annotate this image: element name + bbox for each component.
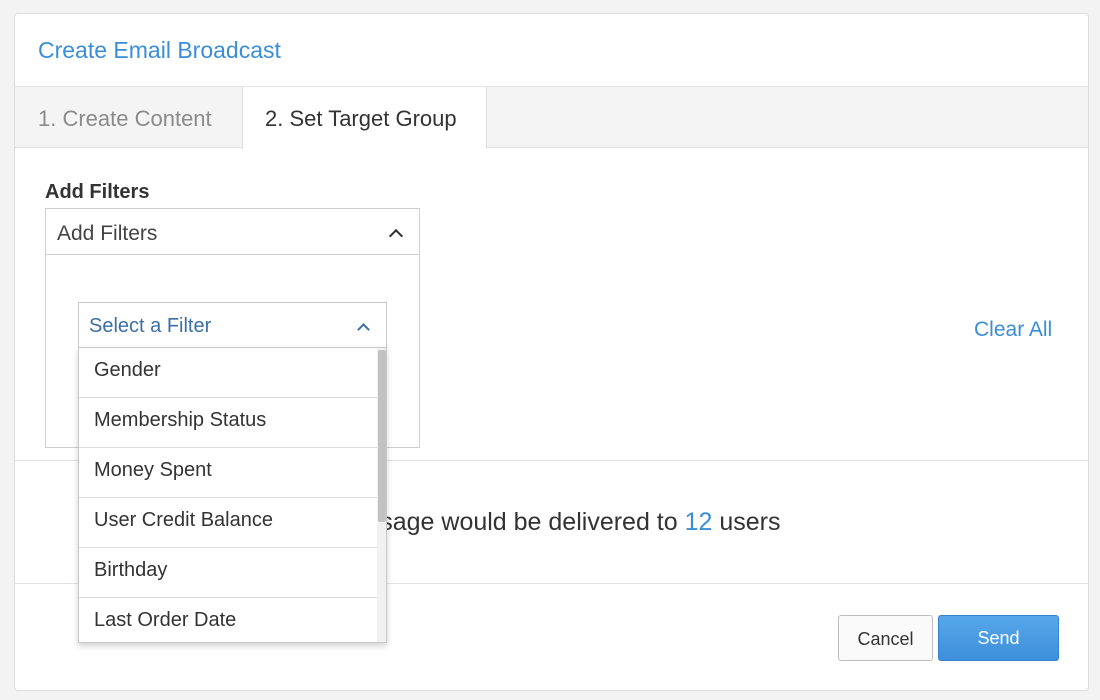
clear-all-link[interactable]: Clear All bbox=[974, 318, 1052, 342]
chevron-up-icon[interactable] bbox=[357, 323, 370, 336]
scrollbar-thumb[interactable] bbox=[378, 350, 386, 522]
filter-options-list: Gender Membership Status Money Spent Use… bbox=[78, 347, 387, 643]
filter-panel-header[interactable]: Add Filters bbox=[46, 209, 419, 255]
filter-option-birthday[interactable]: Birthday bbox=[79, 548, 377, 598]
card-header: Create Email Broadcast bbox=[15, 14, 1088, 87]
scrollbar[interactable] bbox=[377, 348, 386, 642]
filter-panel-header-label: Add Filters bbox=[57, 222, 158, 245]
filter-option-gender[interactable]: Gender bbox=[79, 348, 377, 398]
filter-option-user-credit-balance[interactable]: User Credit Balance bbox=[79, 498, 377, 548]
tab-set-target-group[interactable]: 2. Set Target Group bbox=[242, 87, 487, 149]
filter-select-label: Select a Filter bbox=[89, 315, 212, 337]
page-title: Create Email Broadcast bbox=[38, 37, 281, 63]
delivery-suffix: users bbox=[719, 508, 781, 536]
tab-create-content[interactable]: 1. Create Content bbox=[15, 87, 243, 148]
filter-option-membership-status[interactable]: Membership Status bbox=[79, 398, 377, 448]
chevron-up-icon[interactable] bbox=[388, 228, 404, 244]
step-tabs: 1. Create Content 2. Set Target Group bbox=[15, 87, 1088, 149]
filter-option-last-order-date[interactable]: Last Order Date bbox=[79, 598, 377, 642]
delivery-user-count: 12 bbox=[684, 508, 713, 536]
send-button[interactable]: Send bbox=[938, 615, 1059, 661]
add-filters-label: Add Filters bbox=[45, 181, 150, 203]
filter-select[interactable]: Select a Filter bbox=[78, 302, 387, 347]
cancel-button[interactable]: Cancel bbox=[838, 615, 933, 661]
filter-option-money-spent[interactable]: Money Spent bbox=[79, 448, 377, 498]
delivery-summary: message would be delivered to 12 users bbox=[333, 508, 781, 537]
